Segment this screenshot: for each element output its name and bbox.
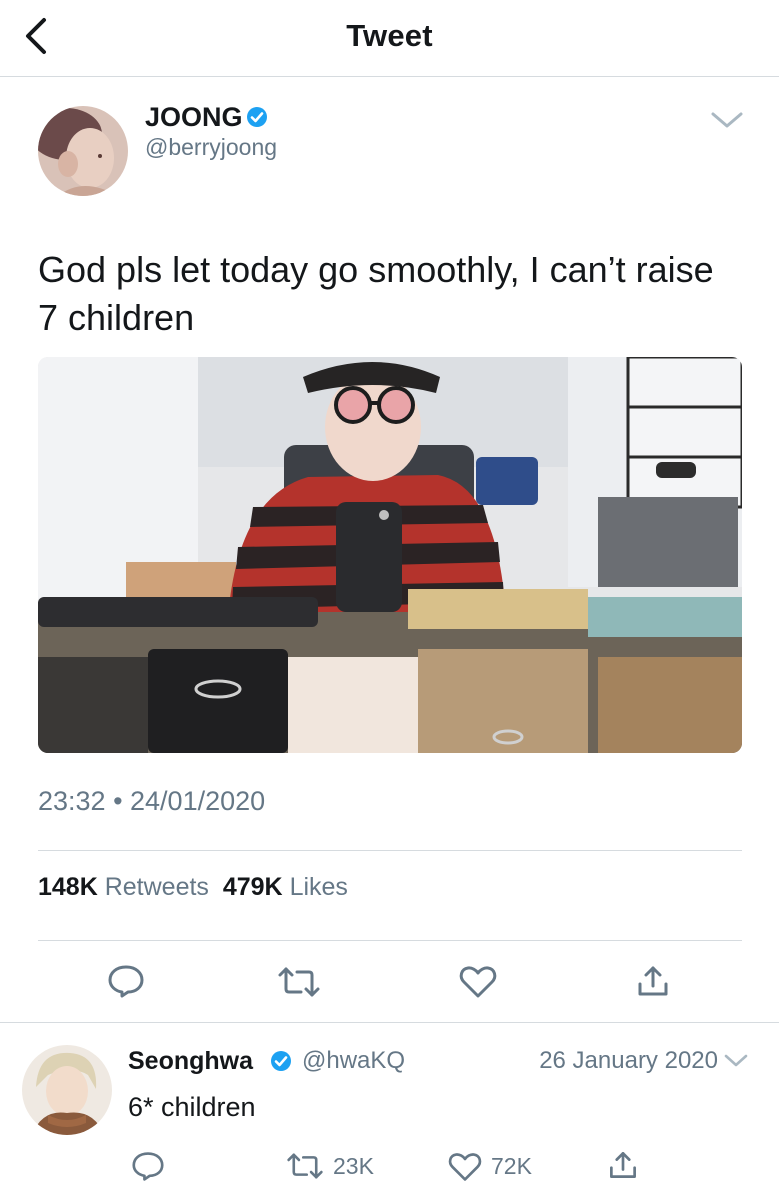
- like-button[interactable]: [458, 964, 498, 1005]
- reply-retweet-button[interactable]: [286, 1151, 324, 1186]
- like-icon: [459, 966, 497, 998]
- likes-stat[interactable]: 479K Likes: [223, 873, 348, 901]
- reply-icon: [108, 965, 144, 998]
- avatar[interactable]: [38, 106, 128, 196]
- tweet-photo[interactable]: [38, 357, 742, 753]
- reply-date: 26 January 2020: [539, 1047, 718, 1074]
- retweets-stat[interactable]: 148K Retweets: [38, 873, 209, 901]
- chevron-down-icon: [724, 1054, 748, 1067]
- verified-badge-icon: [270, 1050, 292, 1077]
- chevron-down-icon: [711, 112, 743, 128]
- reply-text: 6* children: [128, 1092, 256, 1122]
- divider: [38, 940, 742, 941]
- retweet-icon: [287, 1153, 323, 1179]
- retweets-count: 148K: [38, 873, 98, 901]
- reply-retweet-count: 23K: [333, 1153, 374, 1179]
- reply-author-handle[interactable]: @hwaKQ: [302, 1047, 405, 1075]
- author-name[interactable]: JOONG: [145, 102, 243, 133]
- divider: [38, 850, 742, 851]
- reply-author-name[interactable]: Seonghwa: [128, 1047, 253, 1076]
- reply-share-button[interactable]: [606, 1148, 640, 1187]
- likes-count: 479K: [222, 873, 283, 901]
- divider: [0, 1022, 779, 1023]
- reply-more-options-button[interactable]: [722, 1052, 750, 1075]
- reply-like-count: 72K: [491, 1153, 532, 1179]
- more-options-button[interactable]: [708, 108, 746, 137]
- reply-button[interactable]: [106, 963, 146, 1004]
- likes-label: Likes: [289, 873, 348, 901]
- reply-avatar[interactable]: [22, 1045, 112, 1135]
- top-bar: Tweet: [0, 0, 779, 77]
- like-icon: [448, 1153, 482, 1181]
- reply-icon: [132, 1152, 164, 1181]
- author-handle[interactable]: @berryjoong: [145, 134, 277, 161]
- share-icon: [610, 1152, 636, 1178]
- share-button[interactable]: [634, 962, 672, 1005]
- reply-like-button[interactable]: [447, 1151, 483, 1188]
- share-icon: [638, 966, 668, 996]
- tweet-timestamp[interactable]: 23:32 • 24/01/2020: [38, 786, 265, 817]
- page-title: Tweet: [346, 18, 433, 53]
- reply-reply-button[interactable]: [130, 1150, 166, 1187]
- verified-badge-icon: [246, 106, 268, 133]
- tweet-stats: 148K Retweets 479K Likes: [38, 873, 348, 902]
- tweet-text: God pls let today go smoothly, I can’t r…: [38, 249, 714, 338]
- retweet-button[interactable]: [277, 965, 321, 1004]
- retweets-label: Retweets: [104, 873, 209, 901]
- retweet-icon: [278, 967, 320, 997]
